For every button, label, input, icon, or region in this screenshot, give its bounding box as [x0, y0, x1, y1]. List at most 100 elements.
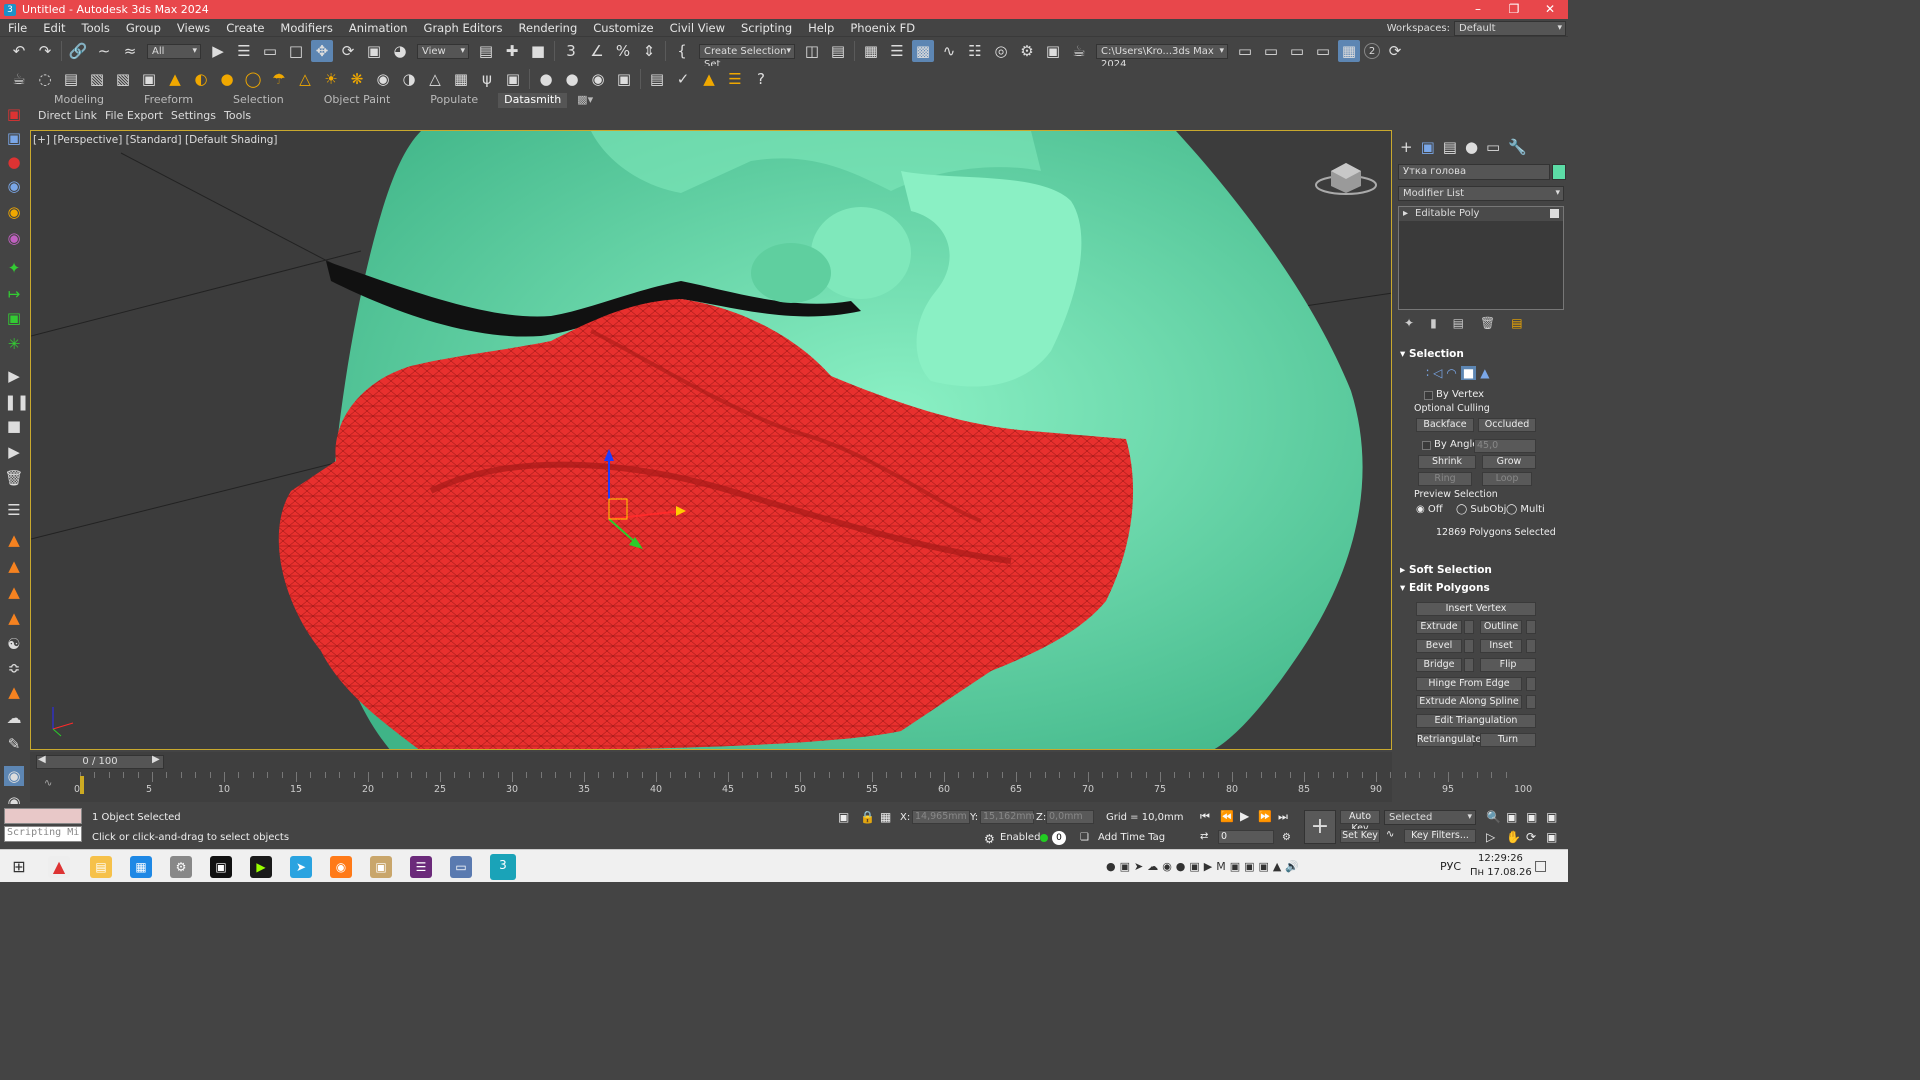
menu-create[interactable]: Create [218, 21, 272, 35]
outline-settings-button[interactable] [1526, 620, 1536, 634]
maxscript-mini-listener[interactable] [4, 808, 82, 824]
y-coord-field[interactable]: 15,162mm [980, 810, 1035, 824]
vray-icon[interactable]: ✓ [672, 68, 694, 90]
extrude-button[interactable]: Extrude [1416, 620, 1462, 634]
maximize-viewport-icon[interactable]: ▣ [1546, 830, 1557, 844]
sky-icon[interactable]: ❋ [346, 68, 368, 90]
trash-icon[interactable]: 🗑 [4, 468, 24, 488]
ribbon-options-icon[interactable]: ▩▾ [567, 93, 603, 108]
notification-badge[interactable]: 2 [1364, 43, 1380, 59]
soft-selection-rollout-header[interactable]: ▸ Soft Selection [1400, 564, 1492, 580]
tab-selection[interactable]: Selection [213, 93, 304, 108]
hierarchy-tab-icon[interactable]: ▤ [1443, 138, 1457, 156]
by-angle-checkbox[interactable] [1422, 441, 1431, 450]
unlink-icon[interactable]: ∼ [93, 40, 115, 62]
lock-icon[interactable]: 🔒 [860, 810, 875, 824]
plane-icon[interactable]: △ [424, 68, 446, 90]
wire-tool-icon[interactable]: ☯ [4, 634, 24, 654]
go-to-start-icon[interactable]: ⏮ [1200, 810, 1210, 824]
tab-populate[interactable]: Populate [410, 93, 498, 108]
render-production-icon[interactable]: ☕ [1068, 40, 1090, 62]
app-pinned-10-icon[interactable]: ☰ [410, 856, 432, 878]
z-coord-field[interactable]: 0,0mm [1046, 810, 1094, 824]
placement-icon[interactable]: ◕ [389, 40, 411, 62]
select-region-icon[interactable]: ▭ [259, 40, 281, 62]
brush-tool-icon[interactable]: ≎ [4, 658, 24, 678]
object-name-field[interactable]: Утка голова [1398, 164, 1550, 180]
zoom-extents-all-icon[interactable]: ▣ [1546, 810, 1557, 824]
rotate-icon[interactable]: ⟳ [337, 40, 359, 62]
mirror-icon[interactable]: ◫ [801, 40, 823, 62]
key-tangent-icon[interactable]: ∿ [1386, 829, 1394, 840]
sun-icon[interactable]: ☀ [320, 68, 342, 90]
create-shape-icon[interactable]: ▣ [4, 128, 24, 148]
sim-play-icon[interactable]: ▶ [4, 442, 24, 462]
edge-mode-icon[interactable]: ◁ [1433, 366, 1442, 380]
create-light-icon[interactable]: ◉ [4, 176, 24, 196]
align-icon[interactable]: ▤ [827, 40, 849, 62]
rendered-frame-icon[interactable]: ▣ [1042, 40, 1064, 62]
start-icon[interactable]: ⊞ [8, 856, 30, 878]
bridge-settings-button[interactable] [1464, 658, 1474, 672]
reference-coord-dropdown[interactable]: View [417, 43, 469, 59]
loop-button[interactable]: Loop [1482, 472, 1532, 486]
teapot-icon[interactable]: ☕ [8, 68, 30, 90]
extrude-spline-settings-button[interactable] [1526, 695, 1536, 709]
turn-button[interactable]: Turn [1480, 733, 1536, 747]
decal-icon[interactable]: ▣ [502, 68, 524, 90]
bridge-button[interactable]: Bridge [1416, 658, 1462, 672]
occluded-button[interactable]: Occluded [1478, 418, 1536, 432]
zoom-icon[interactable]: 🔍 [1486, 810, 1501, 824]
hinge-settings-button[interactable] [1526, 677, 1536, 691]
window-crossing-icon[interactable]: □ [285, 40, 307, 62]
curve-editor-icon[interactable]: ∿ [938, 40, 960, 62]
menu-edit[interactable]: Edit [35, 21, 73, 35]
light-sphere-icon[interactable]: ● [216, 68, 238, 90]
motion-tab-icon[interactable]: ● [1465, 138, 1478, 156]
proxy-icon[interactable]: ◉ [372, 68, 394, 90]
clock-date[interactable]: Пн 17.08.26 [1470, 867, 1532, 878]
select-object-icon[interactable]: ▶ [207, 40, 229, 62]
set-key-button[interactable]: Set Key [1340, 829, 1380, 843]
configure-sets-icon[interactable]: ▤ [1511, 316, 1522, 330]
schematic-view-icon[interactable]: ☷ [964, 40, 986, 62]
track-bar[interactable]: 0 5 10 15 20 25 30 35 40 45 50 55 60 65 70 75 80 85 90 95 10… [74, 772, 1532, 795]
key-mode-icon[interactable]: ⇄ [1200, 831, 1208, 842]
vertex-mode-icon[interactable]: ∶ [1426, 366, 1429, 380]
select-manipulate-icon[interactable]: ✚ [501, 40, 523, 62]
tab-modeling[interactable]: Modeling [34, 93, 124, 108]
modify-tab-icon[interactable]: ▣ [1421, 138, 1435, 156]
fur-icon[interactable]: ▦ [450, 68, 472, 90]
enabled-indicator[interactable] [1040, 834, 1048, 842]
shrink-button[interactable]: Shrink [1418, 455, 1476, 469]
tag-icon[interactable]: ❏ [1080, 832, 1089, 843]
edit-polygons-rollout-header[interactable]: ▾ Edit Polygons [1400, 582, 1490, 598]
set-key-big-icon[interactable]: + [1304, 810, 1336, 844]
zoom-extents-icon[interactable]: ▣ [1526, 810, 1537, 824]
add-time-tag[interactable]: Add Time Tag [1098, 832, 1165, 843]
modifier-list-dropdown[interactable]: Modifier List [1398, 186, 1564, 201]
app-pinned-9-icon[interactable]: ▣ [370, 856, 392, 878]
polygon-mode-icon[interactable]: ■ [1460, 366, 1477, 380]
show-end-result-icon[interactable]: ▮ [1430, 316, 1437, 330]
spinner-snap-icon[interactable]: ⇕ [638, 40, 660, 62]
zoom-all-icon[interactable]: ▣ [1506, 810, 1517, 824]
phoenix-source-icon[interactable]: ▧ [86, 68, 108, 90]
telegram-icon[interactable]: ➤ [290, 856, 312, 878]
workspace-dropdown[interactable]: Default [1454, 20, 1566, 36]
adaptive-degradation-icon[interactable]: 0 [1052, 831, 1066, 845]
project-settings-icon[interactable]: ▭ [1312, 40, 1334, 62]
retriangulate-button[interactable]: Retriangulate [1416, 733, 1481, 747]
menu-rendering[interactable]: Rendering [511, 21, 586, 35]
flame-icon[interactable]: ▲ [4, 682, 24, 702]
help-icon[interactable]: ? [750, 68, 772, 90]
light-spot-icon[interactable]: ☂ [268, 68, 290, 90]
material-editor-icon[interactable]: ◎ [990, 40, 1012, 62]
project-save-icon[interactable]: ▭ [1286, 40, 1308, 62]
remove-modifier-icon[interactable]: 🗑 [1480, 316, 1495, 330]
grass-icon[interactable]: ψ [476, 68, 498, 90]
menu-phoenix-fd[interactable]: Phoenix FD [842, 21, 923, 35]
visibility-toggle[interactable] [1550, 209, 1559, 218]
expand-icon[interactable]: ▸ [1403, 207, 1408, 221]
key-filter-dropdown[interactable]: Selected [1384, 810, 1476, 825]
